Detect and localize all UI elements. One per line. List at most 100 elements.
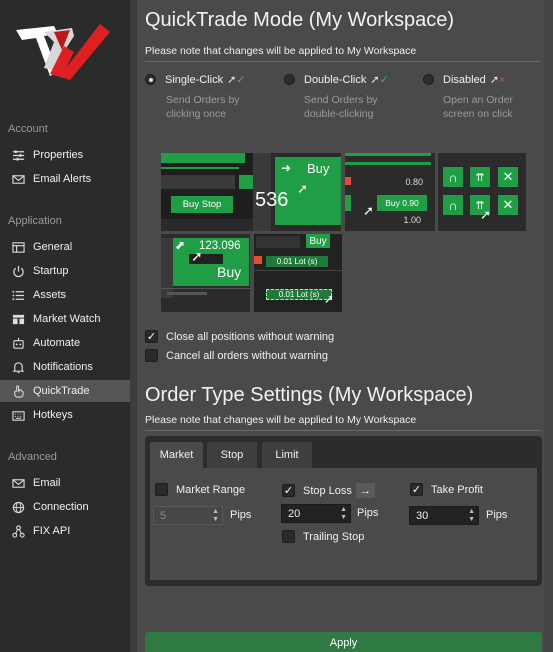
mode-disabled-radio[interactable]: Disabled ➚× [423, 73, 505, 86]
quicktrade-note: Please note that changes will be applied… [145, 45, 417, 57]
sidebar-item-label: Hotkeys [33, 409, 73, 421]
checkbox-box: ✓ [282, 484, 295, 497]
tab-market[interactable]: Market [150, 442, 203, 468]
radio-label: Single-Click [165, 73, 224, 86]
pips-label: Pips [357, 507, 379, 519]
window-icon [11, 240, 25, 254]
sidebar-item-email-alerts[interactable]: Email Alerts [0, 168, 130, 190]
preview-lots: Buy 0.01 Lot (s) 0.01 Lot (s) ➚ [254, 234, 342, 312]
trailing-stop-checkbox[interactable]: Trailing Stop [282, 530, 364, 543]
radio-dot [145, 74, 156, 85]
apply-button[interactable]: Apply [145, 632, 542, 652]
preview-buy-price: ➜ Buy 536 ➚ [253, 153, 341, 231]
checkbox-box [155, 483, 168, 496]
mode-description: Open an Order screen on click [443, 94, 514, 120]
sidebar-item-label: Notifications [33, 361, 93, 373]
cursor-cross-icon: ➚× [489, 74, 506, 86]
sidebar-item-connection[interactable]: Connection [0, 496, 130, 518]
sidebar-item-label: Assets [33, 289, 67, 301]
buy-label-2: Buy [217, 264, 242, 280]
cancel-orders-checkbox[interactable]: Cancel all orders without warning [145, 349, 328, 362]
bell-icon [11, 360, 25, 374]
quicktrade-title: QuickTrade Mode (My Workspace) [145, 9, 454, 31]
sidebar-item-label: Automate [33, 337, 81, 349]
market-watch-icon [11, 312, 25, 326]
sidebar-item-label: Properties [33, 149, 84, 161]
ordertype-title: Order Type Settings (My Workspace) [145, 384, 474, 406]
radio-dot [423, 74, 434, 85]
sliders-icon [11, 148, 25, 162]
sidebar-item-fix-api[interactable]: FIX API [0, 520, 130, 542]
sidebar-item-properties[interactable]: Properties [0, 144, 130, 166]
tab-limit[interactable]: Limit [262, 442, 312, 468]
cursor-check-icon: ➚✓ [227, 74, 246, 86]
market-range-checkbox[interactable]: Market Range [155, 483, 245, 496]
mode-description: Send Orders by clicking once [166, 94, 240, 120]
sidebar-scrollbar[interactable] [130, 0, 137, 652]
lot-label: 0.01 Lot (s) [266, 289, 332, 300]
buy-stop-button: Buy Stop [171, 196, 233, 213]
main-scrollbar[interactable] [544, 0, 553, 652]
close-positions-checkbox[interactable]: ✓ Close all positions without warning [145, 330, 334, 343]
sidebar-item-hotkeys[interactable]: Hotkeys [0, 404, 130, 426]
stop-loss-checkbox[interactable]: ✓ Stop Loss → [282, 483, 375, 498]
mode-double-click-radio[interactable]: Double-Click ➚✓ [284, 73, 389, 86]
preview-buy-123: ⬈ 123.096 Buy ➚ [161, 234, 250, 312]
preview-buy-stop: Buy Stop [161, 153, 253, 231]
price-123: 123.096 [199, 240, 241, 252]
checkbox-box: ✓ [145, 330, 158, 343]
take-profit-input[interactable]: 30 ▲ ▼ [409, 506, 479, 525]
spin-arrows-icon[interactable]: ▲ ▼ [340, 506, 347, 522]
price-100: 1.00 [403, 215, 421, 225]
section-title-advanced: Advanced [8, 451, 57, 463]
checkbox-label: Market Range [176, 483, 246, 496]
buy-label: Buy [307, 161, 330, 176]
take-profit-checkbox[interactable]: ✓ Take Profit [410, 483, 483, 496]
sidebar-item-label: Connection [33, 501, 89, 513]
market-range-input[interactable]: 5 ▲ ▼ [153, 506, 223, 525]
arrow-right-icon[interactable]: → [355, 483, 375, 498]
spin-value: 30 [416, 509, 429, 522]
sidebar-item-notifications[interactable]: Notifications [0, 356, 130, 378]
sidebar-item-market-watch[interactable]: Market Watch [0, 308, 130, 330]
divider [145, 430, 541, 431]
envelope-icon [11, 172, 25, 186]
price-label: 536 [255, 189, 289, 211]
lot-label: 0.01 Lot (s) [266, 256, 328, 267]
radio-dot [284, 74, 295, 85]
globe-icon [11, 500, 25, 514]
preview-action-buttons: ∩ ⇈ ✕ ∩ ⇈ ✕ ➚ [438, 153, 526, 231]
mode-single-click-radio[interactable]: Single-Click ➚✓ [145, 73, 246, 86]
section-title-account: Account [8, 123, 48, 135]
spin-arrows-icon[interactable]: ▲ ▼ [468, 508, 475, 524]
checkbox-label: Stop Loss [303, 484, 352, 497]
sidebar-item-general[interactable]: General [0, 236, 130, 258]
spin-arrows-icon[interactable]: ▲ ▼ [212, 508, 219, 524]
sidebar-item-label: Market Watch [33, 313, 101, 325]
close-icon: ✕ [498, 195, 518, 215]
radio-label: Double-Click [304, 73, 367, 86]
checkbox-label: Trailing Stop [303, 530, 365, 543]
sidebar-item-email[interactable]: Email [0, 472, 130, 494]
checkbox-box [282, 530, 295, 543]
keyboard-icon [11, 408, 25, 422]
divider [145, 61, 541, 62]
sidebar-item-assets[interactable]: Assets [0, 284, 130, 306]
tab-stop[interactable]: Stop [207, 442, 257, 468]
ordertype-note: Please note that changes will be applied… [145, 414, 417, 426]
app-logo [16, 24, 110, 80]
reverse-icon: ∩ [443, 195, 463, 215]
mode-description: Send Orders by double-clicking [304, 94, 378, 120]
checkbox-label: Take Profit [431, 483, 483, 496]
stop-loss-input[interactable]: 20 ▲ ▼ [281, 504, 351, 523]
power-icon [11, 264, 25, 278]
preview-buy-ladder: 0.80 Buy 0.90 ➚ 1.00 [345, 153, 435, 231]
sidebar: Account Properties Email Alerts Applicat… [0, 0, 130, 652]
sidebar-item-label: Email Alerts [33, 173, 92, 185]
sidebar-item-automate[interactable]: Automate [0, 332, 130, 354]
sidebar-item-label: General [33, 241, 73, 253]
checkbox-box: ✓ [410, 483, 423, 496]
sidebar-item-startup[interactable]: Startup [0, 260, 130, 282]
sidebar-item-quicktrade[interactable]: QuickTrade [0, 380, 130, 402]
sidebar-item-label: QuickTrade [33, 385, 90, 397]
